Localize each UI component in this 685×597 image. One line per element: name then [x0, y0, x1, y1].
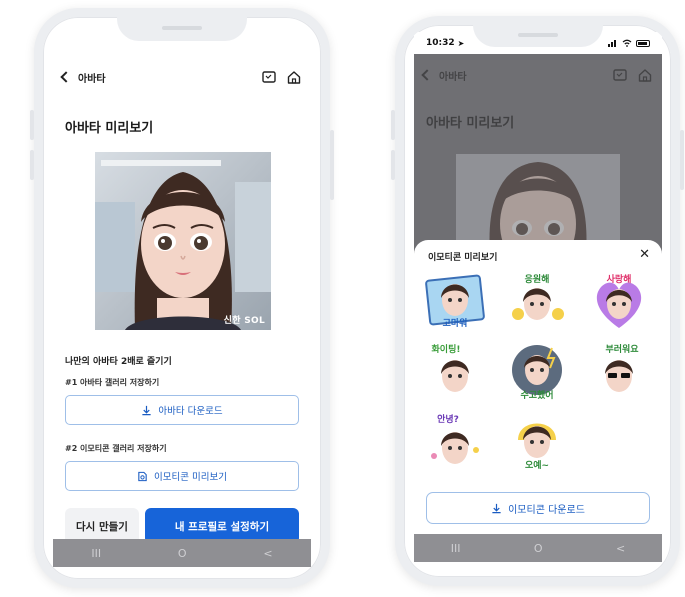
phone-side-button	[330, 130, 334, 200]
wifi-icon	[622, 39, 632, 47]
signal-icon	[608, 40, 616, 47]
avatar-download-button[interactable]: 아바타 다운로드	[65, 395, 299, 425]
phone-volume-up	[30, 110, 34, 140]
header-back-label[interactable]: 아바타	[78, 70, 106, 85]
brand-watermark: 신한 SOL	[223, 316, 265, 326]
back-chevron-icon	[421, 69, 433, 81]
phone-side-button	[680, 130, 684, 190]
avatar-image	[456, 154, 620, 254]
emoticon-item[interactable]: 수고했어	[504, 340, 570, 402]
section-title: 나만의 아바타 2배로 즐기기	[65, 357, 172, 367]
battery-icon	[636, 39, 650, 47]
chat-icon[interactable]	[261, 69, 277, 85]
emoticon-item[interactable]: 화이팅!	[422, 340, 488, 402]
emoticon-item[interactable]: 부러워요	[586, 340, 652, 402]
emoticon-bottom-sheet: 이모티콘 미리보기 ✕ 고마워 응원해 사랑해 화이팅! 수고했어 부러워요 안…	[414, 240, 662, 534]
nav-back-button[interactable]: <	[616, 542, 625, 555]
nav-recent-button[interactable]: III	[451, 542, 461, 555]
emoticon-text: 화이팅!	[432, 343, 461, 355]
status-time: 10:32	[426, 38, 455, 48]
dimmed-background: 아바타 아바타 미리보기	[414, 54, 662, 254]
emoticon-item[interactable]: 고마워	[422, 270, 488, 332]
app-header: 아바타	[53, 62, 311, 92]
avatar-download-label: 아바타 다운로드	[158, 406, 223, 417]
page-title: 아바타 미리보기	[426, 116, 515, 131]
phone-frame-right: 10:32 ➤ 아바타 아바타 미리보기 이모티콘 미리보기 ✕ 고마워 응원해…	[395, 16, 680, 586]
emoticon-preview-label: 이모티콘 미리보기	[154, 472, 227, 483]
phone-volume-up	[391, 110, 395, 140]
nav-home-button[interactable]: O	[178, 547, 187, 560]
emoticon-text: 안녕?	[437, 413, 459, 425]
nav-home-button[interactable]: O	[534, 542, 543, 555]
download-icon	[492, 503, 501, 513]
emoticon-item[interactable]: 오예~	[504, 410, 570, 472]
home-icon[interactable]	[286, 69, 302, 85]
phone-volume-down	[391, 150, 395, 180]
emoticon-text: 사랑해	[607, 273, 632, 285]
emoticon-text: 수고했어	[520, 389, 553, 401]
nav-back-button[interactable]: <	[263, 547, 272, 560]
emoticon-download-button[interactable]: 이모티콘 다운로드	[426, 492, 650, 524]
page-title: 아바타 미리보기	[65, 121, 154, 136]
back-chevron-icon[interactable]	[60, 71, 72, 83]
header-back-label: 아바타	[439, 71, 467, 83]
sheet-title: 이모티콘 미리보기	[428, 253, 498, 263]
phone-notch	[117, 17, 247, 41]
emoticon-text: 오예~	[525, 459, 549, 471]
home-icon	[638, 69, 652, 82]
step2-label: #2 이모티콘 갤러리 저장하기	[65, 444, 167, 453]
nav-recent-button[interactable]: III	[91, 547, 101, 560]
avatar-image: 신한 SOL	[95, 152, 271, 330]
close-icon[interactable]: ✕	[639, 247, 650, 262]
avatar-preview-screen: 아바타 아바타 미리보기 신한 SOL 나만의 아바타 2배로 즐기기 #1 아…	[53, 62, 311, 567]
emoticon-preview-screen: 10:32 ➤ 아바타 아바타 미리보기 이모티콘 미리보기 ✕ 고마워 응원해…	[414, 32, 662, 562]
android-nav-bar: III O <	[53, 539, 311, 567]
emoticon-item[interactable]: 사랑해	[586, 270, 652, 332]
emoticon-text: 고마워	[443, 317, 468, 329]
location-icon: ➤	[457, 38, 465, 48]
phone-notch	[472, 25, 603, 47]
download-icon	[142, 405, 152, 415]
emoticon-preview-button[interactable]: 이모티콘 미리보기	[65, 461, 299, 491]
emoticon-item[interactable]: 응원해	[504, 270, 570, 332]
emoji-preview-icon	[138, 471, 147, 481]
step1-label: #1 아바타 갤러리 저장하기	[65, 378, 160, 387]
phone-frame-left: 아바타 아바타 미리보기 신한 SOL 나만의 아바타 2배로 즐기기 #1 아…	[34, 8, 330, 588]
chat-icon	[613, 69, 627, 81]
emoticon-text: 응원해	[525, 273, 550, 285]
emoticon-item[interactable]: 안녕?	[422, 410, 488, 472]
android-nav-bar: III O <	[414, 534, 662, 562]
phone-volume-down	[30, 150, 34, 180]
emoticon-download-label: 이모티콘 다운로드	[508, 504, 585, 516]
emoticon-text: 부러워요	[605, 343, 639, 355]
